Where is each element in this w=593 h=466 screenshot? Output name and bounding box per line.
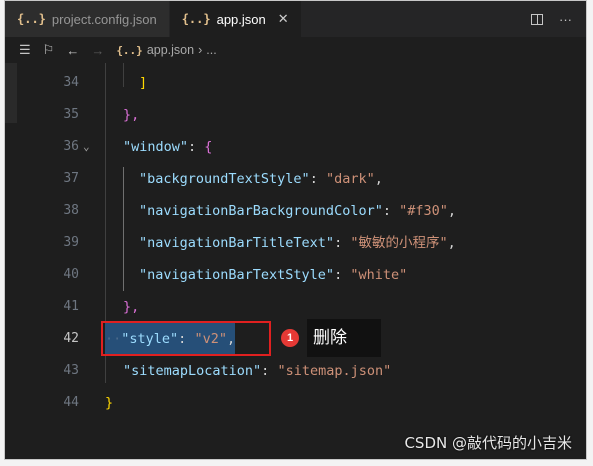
json-brace: {: [204, 139, 213, 155]
code-line: 35 },: [5, 99, 586, 131]
json-comma: ,: [374, 171, 383, 187]
tab-bar: {..} project.config.json {..} app.json ✕…: [5, 1, 586, 37]
json-value: "white": [350, 267, 408, 283]
json-key: "navigationBarTextStyle": [139, 267, 335, 283]
forward-arrow-icon[interactable]: →: [91, 43, 104, 58]
line-number: 35: [63, 107, 79, 122]
json-file-icon: {..}: [17, 12, 46, 26]
line-number: 41: [63, 299, 79, 314]
code-line: 34 ]: [5, 67, 586, 99]
json-key: "backgroundTextStyle": [139, 171, 310, 187]
tab-bar-spacer: [302, 1, 531, 37]
step-badge: 1: [281, 329, 299, 347]
tab-project-config[interactable]: {..} project.config.json: [5, 1, 170, 37]
fold-chevron-icon[interactable]: ⌄: [83, 131, 90, 163]
breadcrumb-more[interactable]: ...: [206, 43, 216, 57]
json-value: "sitemap.json": [277, 363, 392, 379]
json-key: "sitemapLocation": [123, 363, 262, 379]
breadcrumb-file[interactable]: {..} app.json › ...: [116, 43, 216, 57]
line-number: 43: [63, 363, 79, 378]
json-sep: :: [309, 171, 326, 187]
watermark: CSDN @敲代码的小吉米: [404, 434, 572, 452]
json-file-icon: {..}: [181, 12, 211, 26]
json-sep: :: [382, 203, 400, 219]
delete-callout: 删除: [307, 319, 381, 357]
line-number: 42: [63, 331, 79, 346]
json-sep: :: [261, 363, 278, 379]
line-number: 38: [63, 203, 79, 218]
back-arrow-icon[interactable]: ←: [66, 43, 79, 58]
code-editor[interactable]: 34 ] 35 }, 36 ⌄ "window": { 37 "backgrou…: [5, 63, 586, 459]
line-number: 44: [63, 395, 79, 410]
tab-app-json[interactable]: {..} app.json ✕: [169, 1, 302, 37]
code-line: 37 "backgroundTextStyle": "dark",: [5, 163, 586, 195]
line-number: 40: [63, 267, 79, 282]
json-value: "dark": [325, 171, 375, 187]
code-line: 44 }: [5, 387, 586, 419]
line-number: 34: [63, 75, 79, 90]
editor-window: {..} project.config.json {..} app.json ✕…: [4, 0, 587, 460]
tab-label: project.config.json: [51, 11, 157, 27]
json-key: "navigationBarBackgroundColor": [139, 203, 383, 219]
code-text: ]: [139, 75, 148, 91]
split-editor-icon[interactable]: [531, 13, 543, 25]
more-actions-icon[interactable]: ···: [559, 12, 572, 27]
bookmark-icon[interactable]: ⚐: [43, 42, 55, 58]
close-icon[interactable]: ✕: [278, 11, 289, 27]
code-line: 43 "sitemapLocation": "sitemap.json": [5, 355, 586, 387]
json-sep: :: [188, 139, 205, 155]
code-line: 38 "navigationBarBackgroundColor": "#f30…: [5, 195, 586, 227]
code-line: 39 "navigationBarTitleText": "敏敏的小程序",: [5, 227, 586, 259]
breadcrumb-file-label: app.json: [146, 43, 195, 57]
code-text: },: [123, 299, 140, 315]
highlight-box: [101, 321, 271, 356]
json-sep: :: [334, 235, 351, 251]
code-line: 40 "navigationBarTextStyle": "white": [5, 259, 586, 291]
code-line: 41 },: [5, 291, 586, 323]
breadcrumb: ☰ ⚐ ← → {..} app.json › ...: [5, 37, 586, 63]
tab-actions: ···: [531, 1, 586, 37]
json-key: "window": [123, 139, 189, 155]
code-text: }: [105, 395, 114, 411]
line-number: 36: [63, 139, 79, 154]
code-text: },: [123, 107, 140, 123]
tab-label: app.json: [216, 11, 266, 27]
line-number: 37: [63, 171, 79, 186]
chevron-right-icon: ›: [198, 43, 203, 57]
json-value: "#f30": [399, 203, 448, 219]
json-file-icon: {..}: [116, 43, 143, 57]
code-line: 36 ⌄ "window": {: [5, 131, 586, 163]
json-comma: ,: [447, 235, 456, 251]
list-icon[interactable]: ☰: [19, 42, 31, 58]
json-key: "navigationBarTitleText": [139, 235, 335, 251]
json-sep: :: [334, 267, 351, 283]
json-value: "敏敏的小程序": [350, 235, 448, 251]
json-comma: ,: [447, 203, 457, 219]
line-number: 39: [63, 235, 79, 250]
